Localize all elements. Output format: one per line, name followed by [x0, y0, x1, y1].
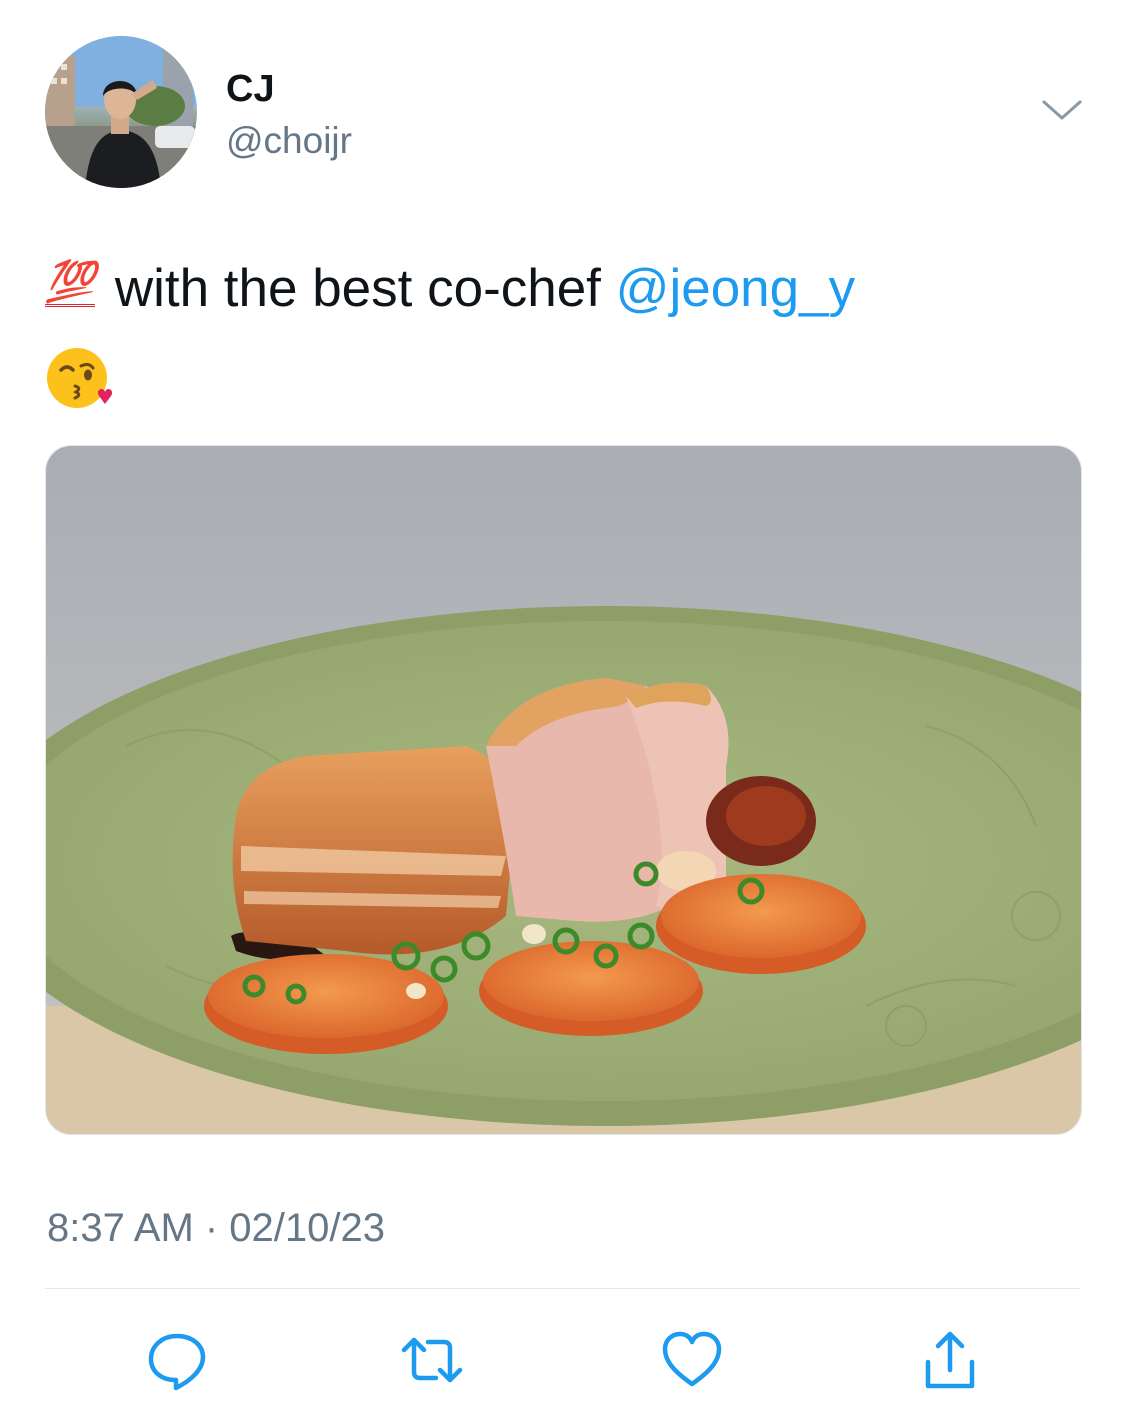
retweet-icon[interactable] [400, 1328, 464, 1392]
avatar-photo [45, 36, 197, 188]
tweet-text: 💯 with the best co-chef @jeong_y [45, 244, 1085, 424]
tweet-body: with the best co-chef [114, 259, 601, 318]
tweet-timestamp[interactable]: 8:37 AM · 02/10/23 [47, 1206, 385, 1251]
chevron-down-icon[interactable] [1040, 96, 1084, 124]
kiss-emoji [45, 344, 113, 412]
user-handle[interactable]: @choijr [226, 120, 352, 162]
hundred-points-emoji: 💯 [45, 258, 95, 307]
reply-icon[interactable] [145, 1328, 209, 1392]
like-icon[interactable] [660, 1328, 724, 1392]
display-name[interactable]: CJ [226, 68, 275, 111]
tweet-photo[interactable] [45, 445, 1082, 1135]
share-icon[interactable] [918, 1328, 982, 1392]
food-photo [46, 446, 1081, 1134]
avatar[interactable] [45, 36, 197, 188]
divider [45, 1288, 1080, 1289]
mention-link[interactable]: @jeong_y [616, 259, 855, 318]
